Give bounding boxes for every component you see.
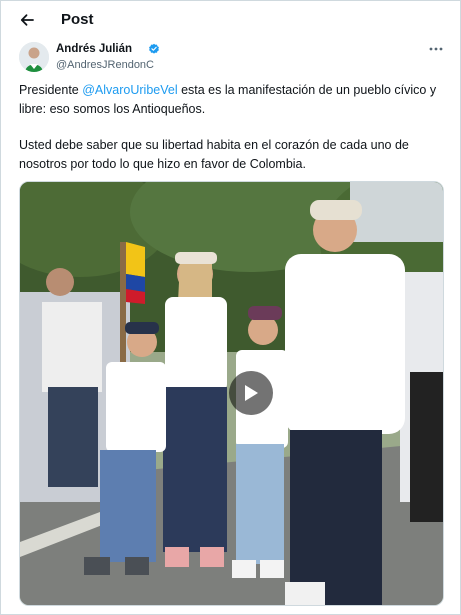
avatar[interactable]: [19, 42, 49, 72]
author-handle[interactable]: @AndresJRendonC: [56, 59, 154, 71]
author-row: Andrés Julián @AndresJRendonC: [19, 42, 444, 74]
tweet-text-prefix: Presidente: [19, 83, 83, 97]
mention-link[interactable]: @AlvaroUribeVel: [82, 83, 177, 97]
play-button[interactable]: [229, 371, 273, 415]
more-options-button[interactable]: [427, 42, 445, 56]
arrow-left-icon: [20, 14, 34, 26]
page-title: Post: [61, 11, 94, 28]
tweet-paragraph-1: Presidente @AlvaroUribeVel esta es la ma…: [19, 81, 444, 119]
video-player[interactable]: [19, 181, 444, 606]
author-name[interactable]: Andrés Julián: [56, 43, 132, 55]
tweet-text: Presidente @AlvaroUribeVel esta es la ma…: [19, 81, 444, 191]
top-bar: Post: [0, 0, 461, 38]
avatar-image: [19, 42, 49, 72]
more-horizontal-icon: [429, 47, 443, 51]
verified-badge-icon: [149, 43, 159, 54]
tweet-paragraph-2: Usted debe saber que su libertad habita …: [19, 138, 409, 171]
back-button[interactable]: [16, 9, 38, 31]
play-icon: [245, 385, 258, 401]
